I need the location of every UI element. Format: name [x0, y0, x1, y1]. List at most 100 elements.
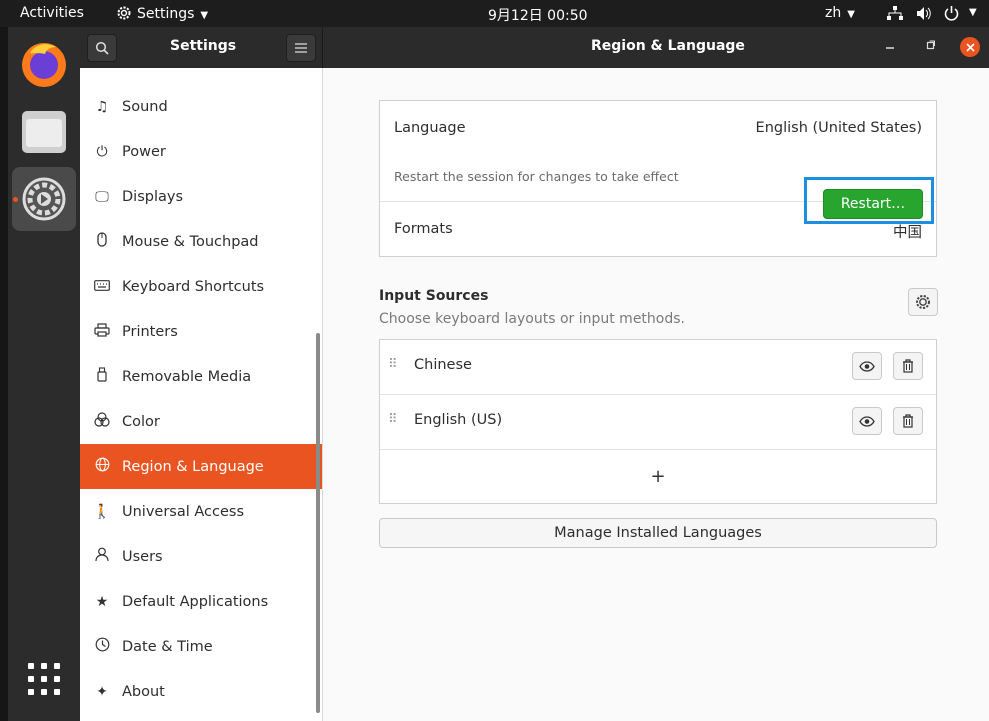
sidebar-item-label: Keyboard Shortcuts [122, 278, 265, 295]
input-method-indicator[interactable]: zh ▼ [825, 5, 855, 21]
sidebar-item-date-time[interactable]: Date & Time [80, 624, 322, 669]
sidebar-item-label: Removable Media [122, 368, 252, 385]
files-launcher[interactable] [12, 99, 76, 163]
close-icon [965, 42, 975, 52]
sidebar-item-power[interactable]: ⏻ Power [80, 129, 322, 174]
music-note-icon: ♫ [95, 98, 109, 115]
input-source-english-us: English (US) [414, 412, 503, 428]
formats-label: Formats [394, 221, 453, 237]
globe-icon [93, 457, 111, 476]
sidebar-item-label: Universal Access [122, 503, 245, 520]
show-apps-icon[interactable] [28, 663, 61, 696]
user-icon [93, 547, 111, 566]
running-indicator [13, 197, 18, 202]
add-icon: + [650, 466, 666, 487]
clock[interactable]: 9月12日 00:50 [488, 5, 588, 25]
hamburger-menu-button[interactable] [286, 34, 316, 62]
input-sources-title: Input Sources [379, 288, 489, 304]
usb-drive-icon [93, 367, 111, 386]
star-icon: ★ [95, 593, 109, 610]
input-sources-card: ⠿ Chinese ⠿ English (US) + [379, 339, 937, 504]
trash-icon [903, 359, 913, 373]
minimize-button[interactable] [885, 39, 895, 54]
input-method-label: zh [825, 5, 842, 21]
add-input-source-button[interactable]: + [380, 450, 936, 503]
chevron-down-icon: ▼ [200, 10, 209, 21]
settings-window: Settings Region & Language ♫ Sound ⏻ Power… [80, 27, 989, 721]
sidebar-item-label: Mouse & Touchpad [122, 233, 259, 250]
drag-handle-icon[interactable]: ⠿ [388, 412, 397, 427]
app-menu[interactable]: Settings ▼ [116, 5, 208, 22]
sidebar-item-label: Users [122, 548, 163, 565]
remove-button[interactable] [893, 352, 923, 380]
eye-icon [859, 360, 875, 372]
top-bar: Activities Settings ▼ 9月12日 00:50 zh ▼ ▼ [0, 0, 989, 27]
preview-button[interactable] [852, 407, 882, 435]
drag-handle-icon[interactable]: ⠿ [388, 357, 397, 372]
input-sources-options-button[interactable] [908, 288, 938, 316]
keyboard-icon [93, 279, 111, 295]
settings-gear-icon [117, 6, 131, 20]
sidebar-item-keyboard-shortcuts[interactable]: Keyboard Shortcuts [80, 264, 322, 309]
color-icon [93, 412, 111, 431]
sidebar-item-label: Displays [122, 188, 184, 205]
restart-button[interactable]: Restart… [823, 189, 923, 219]
minimize-icon [886, 47, 894, 49]
search-icon [95, 41, 109, 55]
app-menu-label: Settings [137, 6, 195, 22]
gear-icon [916, 295, 930, 309]
input-sources-subtitle: Choose keyboard layouts or input methods… [379, 311, 685, 327]
formats-value[interactable]: 中国 [893, 221, 922, 242]
sidebar-headerbar: Settings [80, 27, 323, 68]
sidebar-item-label: Color [122, 413, 160, 430]
folder-icon [22, 111, 66, 153]
firefox-icon [22, 43, 66, 87]
dock [0, 27, 80, 721]
sidebar-item-displays[interactable]: 🖵 Displays [80, 174, 322, 219]
restart-note: Restart the session for changes to take … [394, 169, 679, 184]
sidebar-item-label: Printers [122, 323, 178, 340]
language-value[interactable]: English (United States) [756, 120, 922, 136]
sparkle-icon: ✦ [96, 683, 108, 700]
hamburger-icon [295, 43, 307, 53]
main-panel: Language English (United States) Restart… [323, 68, 989, 721]
close-button[interactable] [960, 37, 980, 57]
remove-button[interactable] [893, 407, 923, 435]
sidebar-item-default-applications[interactable]: ★ Default Applications [80, 579, 322, 624]
sidebar-item-label: Sound [122, 98, 168, 115]
sidebar-item-label: Power [122, 143, 166, 160]
trash-icon [903, 414, 913, 428]
sidebar-item-mouse-touchpad[interactable]: Mouse & Touchpad [80, 219, 322, 264]
sidebar-item-label: Date & Time [122, 638, 213, 655]
power-menu-icon[interactable] [944, 5, 959, 21]
main-headerbar: Region & Language [323, 27, 989, 68]
settings-app-icon [22, 177, 66, 221]
sidebar-item-users[interactable]: Users [80, 534, 322, 579]
sidebar-scrollbar[interactable] [316, 333, 320, 713]
sidebar-item-sound[interactable]: ♫ Sound [80, 84, 322, 129]
activities-button[interactable]: Activities [20, 5, 84, 21]
sidebar-item-universal-access[interactable]: 🚶 Universal Access [80, 489, 322, 534]
sidebar-item-color[interactable]: Color [80, 399, 322, 444]
manage-installed-languages-button[interactable]: Manage Installed Languages [379, 518, 937, 548]
sidebar-item-label: About [122, 683, 165, 700]
volume-icon[interactable] [916, 6, 932, 21]
maximize-button[interactable] [926, 39, 936, 54]
settings-launcher[interactable] [12, 167, 76, 231]
clock-icon [93, 637, 111, 656]
preview-button[interactable] [852, 352, 882, 380]
sidebar-item-printers[interactable]: Printers [80, 309, 322, 354]
page-title: Region & Language [591, 38, 745, 54]
network-icon[interactable] [887, 6, 903, 21]
chevron-down-icon[interactable]: ▼ [969, 7, 977, 18]
sidebar-item-label: Region & Language [122, 458, 264, 475]
accessibility-icon: 🚶 [93, 503, 111, 520]
sidebar-item-region-language[interactable]: Region & Language [80, 444, 322, 489]
eye-icon [859, 415, 875, 427]
sidebar-item-removable-media[interactable]: Removable Media [80, 354, 322, 399]
chevron-down-icon: ▼ [847, 9, 855, 20]
firefox-launcher[interactable] [12, 31, 76, 95]
power-icon: ⏻ [96, 143, 108, 160]
sidebar-item-about[interactable]: ✦ About [80, 669, 322, 714]
search-button[interactable] [87, 34, 117, 62]
